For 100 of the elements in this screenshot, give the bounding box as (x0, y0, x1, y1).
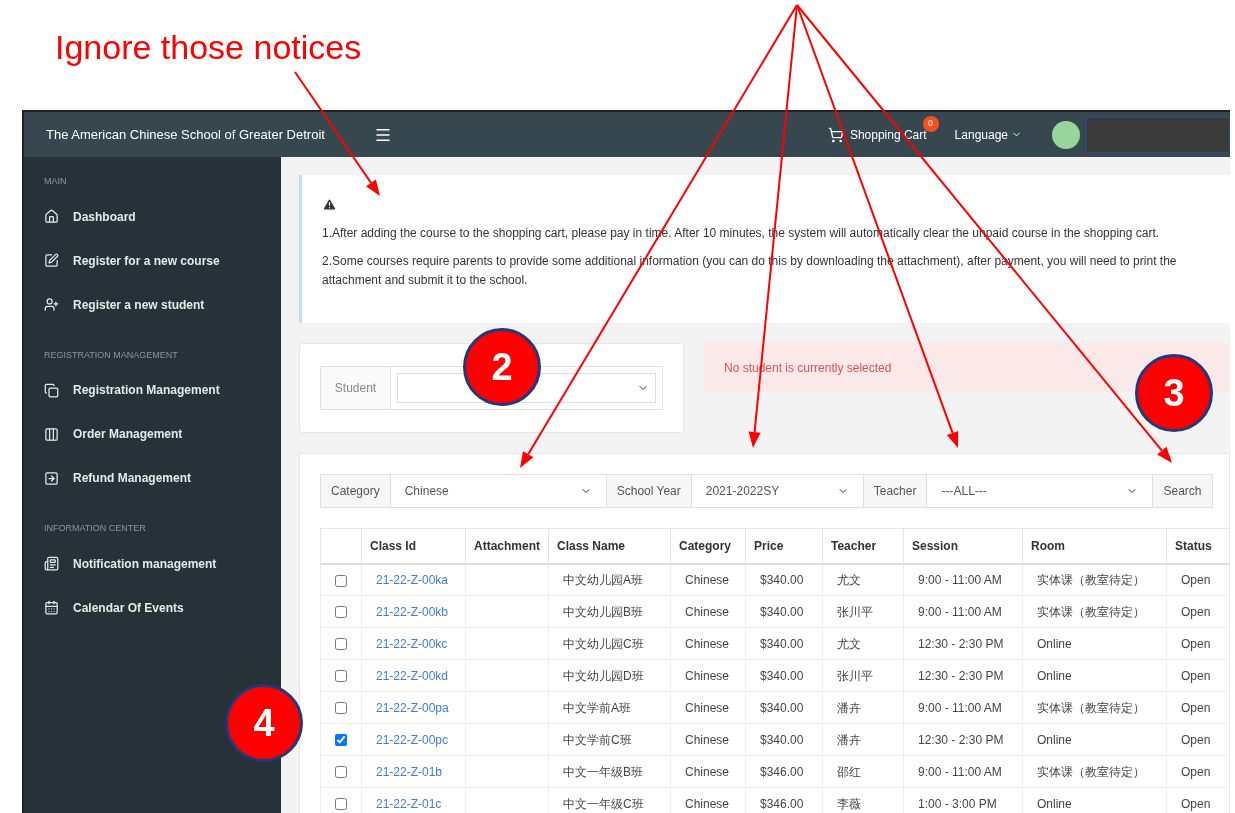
table-cell: 实体课（教室待定） (1037, 572, 1145, 587)
table-cell: Open (1181, 636, 1211, 651)
table-cell: 邵红 (837, 764, 861, 779)
table-cell: Open (1181, 732, 1211, 747)
table-cell: Chinese (685, 764, 730, 779)
sidebar-item[interactable]: Register for a new course (44, 238, 281, 283)
table-cell: 9:00 - 11:00 AM (918, 572, 1002, 587)
table-cell: 张川平 (837, 604, 873, 619)
table-cell: Chinese (685, 572, 730, 587)
row-checkbox[interactable] (335, 766, 347, 779)
table-cell: 中文一年级B班 (563, 764, 643, 779)
table-cell: 中文学前C班 (563, 732, 632, 747)
sidebar-item[interactable]: Notification management (44, 541, 281, 586)
table-cell: 潘卉 (837, 732, 861, 747)
table-cell: Open (1181, 668, 1211, 683)
table-cell: $346.00 (760, 764, 804, 779)
table-cell: 李薇 (837, 796, 861, 811)
table-cell: 9:00 - 11:00 AM (918, 604, 1002, 619)
table-cell: Online (1037, 636, 1072, 651)
row-checkbox[interactable] (335, 734, 347, 747)
sidebar-item[interactable]: Registration Management (44, 368, 281, 412)
table-cell: 尤文 (837, 572, 861, 587)
annotation-note: Ignore those notices (55, 28, 362, 66)
table-cell: Open (1181, 796, 1211, 811)
filter-select[interactable]: Chinese (390, 474, 606, 508)
site-title: The American Chinese School of Greater Detroit (45, 125, 326, 144)
table-cell: 12:30 - 2:30 PM (918, 668, 1004, 683)
user-plus-icon (44, 297, 59, 312)
table-cell: 中文幼儿园A班 (563, 572, 643, 587)
table-cell: Online (1037, 668, 1072, 683)
table-cell: Open (1181, 604, 1211, 619)
sidebar-item[interactable]: Register a new student (44, 282, 281, 327)
row-checkbox[interactable] (335, 702, 347, 715)
sidebar-item[interactable]: Refund Management (44, 456, 281, 500)
table-cell: $340.00 (760, 668, 804, 683)
column-header: Room (1022, 528, 1167, 564)
column-header: Class Id (361, 528, 466, 564)
pen-icon (44, 253, 59, 268)
table-cell: Chinese (685, 700, 730, 715)
table-cell: $346.00 (760, 796, 804, 811)
table-cell: Chinese (685, 732, 730, 747)
table-cell: 实体课（教室待定） (1037, 604, 1145, 619)
table-cell: Chinese (685, 604, 730, 619)
table-cell: 9:00 - 11:00 AM (918, 700, 1002, 715)
table-cell: Open (1181, 572, 1211, 587)
row-checkbox[interactable] (335, 670, 347, 683)
language-dropdown[interactable]: Language (954, 125, 1022, 144)
table-cell: Chinese (685, 668, 730, 683)
row-checkbox[interactable] (335, 798, 347, 811)
table-cell: $340.00 (760, 604, 804, 619)
table-cell: 张川平 (837, 668, 873, 683)
calendar-icon (44, 600, 59, 615)
sidebar-item[interactable]: Order Management (44, 412, 281, 456)
row-checkbox[interactable] (335, 606, 347, 619)
sidebar-item[interactable]: Calendar Of Events (44, 585, 281, 630)
filter-label: Category (320, 474, 391, 508)
table-cell: 实体课（教室待定） (1037, 700, 1145, 715)
home-icon (44, 209, 59, 224)
table-cell: 中文一年级C班 (563, 796, 644, 811)
column-header: Category (670, 528, 746, 564)
table-cell: 中文学前A班 (563, 700, 631, 715)
row-checkbox[interactable] (335, 574, 347, 587)
table-cell: Chinese (685, 636, 730, 651)
filter-label: School Year (605, 474, 692, 508)
table-cell: Open (1181, 764, 1211, 779)
table-cell: $340.00 (760, 636, 804, 651)
column-header: Attachment (465, 528, 549, 564)
sidebar-item[interactable]: Dashboard (44, 194, 281, 239)
table-cell: $340.00 (760, 572, 804, 587)
table-cell: 尤文 (837, 636, 861, 651)
student-label: Student (321, 367, 391, 409)
table-cell: Chinese (685, 796, 730, 811)
filter-select[interactable]: ---ALL--- (927, 474, 1153, 508)
table-cell: $340.00 (760, 732, 804, 747)
newspaper-icon (44, 556, 59, 571)
copy-icon (44, 382, 59, 398)
table-cell: Online (1037, 796, 1072, 811)
table-cell: Online (1037, 732, 1072, 747)
column-header: Teacher (822, 528, 904, 564)
search-button[interactable]: Search (1152, 474, 1213, 508)
table-cell: 潘卉 (837, 700, 861, 715)
warning-icon (322, 197, 337, 212)
column-header: Price (745, 528, 823, 564)
column-header: Class Name (548, 528, 671, 564)
table-cell: 实体课（教室待定） (1037, 764, 1145, 779)
filter-label: Teacher (862, 474, 928, 508)
table-cell: 12:30 - 2:30 PM (918, 732, 1004, 747)
columns-icon (44, 426, 59, 442)
table-cell: 中文幼儿园D班 (563, 668, 644, 683)
section-heading: INFORMATION CENTER (44, 522, 147, 535)
table-cell: Open (1181, 700, 1211, 715)
filter-select[interactable]: 2021-2022SY (691, 474, 863, 508)
column-header: Session (903, 528, 1023, 564)
table-cell: $340.00 (760, 700, 804, 715)
row-checkbox[interactable] (335, 638, 347, 651)
section-heading: MAIN (44, 175, 68, 188)
table-cell: 中文幼儿园B班 (563, 604, 643, 619)
cart-icon (827, 126, 844, 143)
section-heading: REGISTRATION MANAGEMENT (44, 348, 179, 362)
table-cell: 9:00 - 11:00 AM (918, 764, 1002, 779)
